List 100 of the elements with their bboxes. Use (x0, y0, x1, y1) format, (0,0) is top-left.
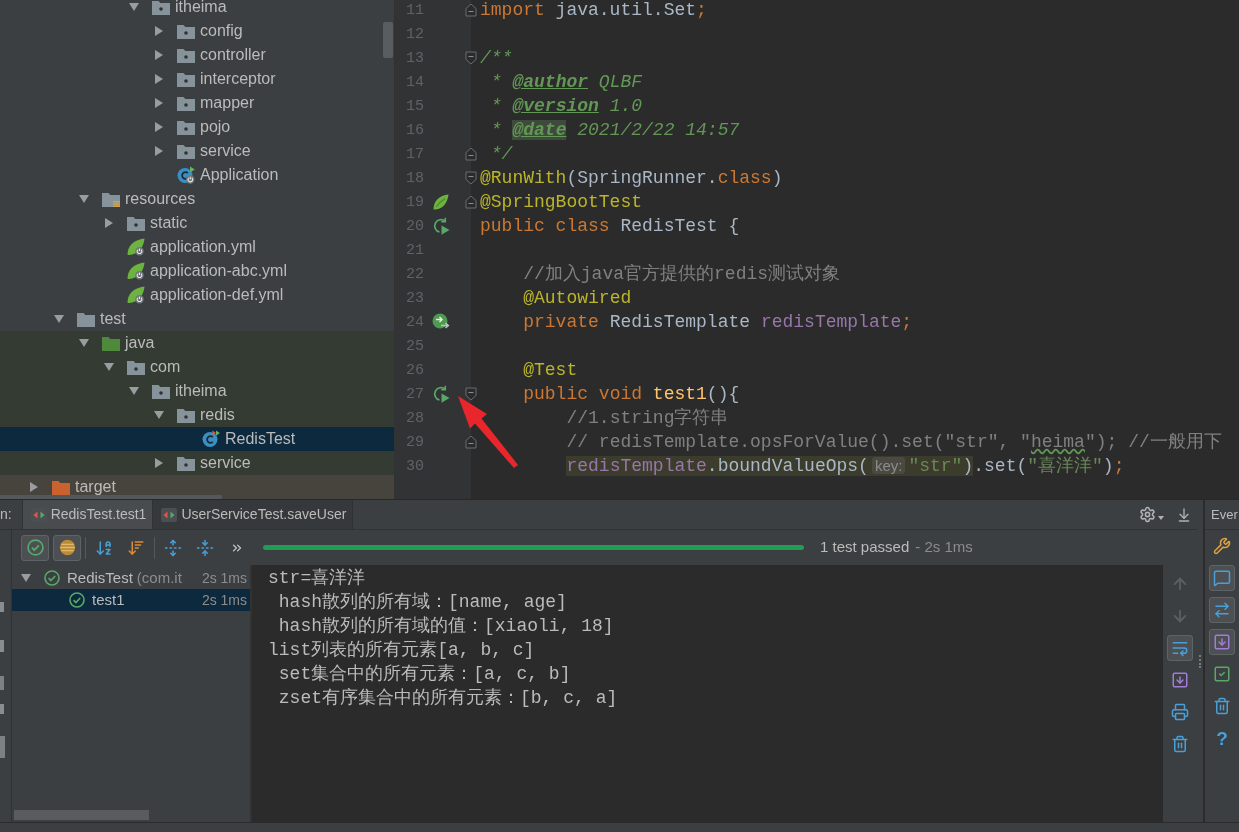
caret-icon[interactable] (154, 146, 164, 156)
fold-icon[interactable] (465, 195, 477, 209)
fold-icon[interactable] (465, 51, 477, 65)
wrench-icon (1213, 537, 1231, 555)
package-icon (127, 215, 145, 231)
leaf-icon (127, 262, 145, 280)
tree-item[interactable]: application.yml (0, 235, 394, 259)
caret-icon[interactable] (79, 338, 89, 348)
arrow-down-box-icon (1171, 671, 1189, 689)
show-ignored-button[interactable] (53, 534, 81, 561)
caret-icon[interactable] (104, 218, 114, 228)
code-line: * @author QLBF (490, 72, 643, 92)
tree-item[interactable]: pojo (0, 115, 394, 139)
fold-icon[interactable] (465, 3, 477, 17)
tree-item[interactable]: mapper (0, 91, 394, 115)
soft-wrap-button[interactable] (1167, 635, 1193, 661)
fold-icon[interactable] (465, 435, 477, 449)
test-time: 2s 1ms (200, 568, 247, 588)
printer-icon (1171, 703, 1189, 721)
caret-icon[interactable] (154, 410, 164, 420)
tree-item[interactable]: service (0, 139, 394, 163)
caret-icon[interactable] (21, 573, 31, 583)
scrollbar-thumb[interactable] (14, 810, 149, 820)
leaf-icon (127, 286, 145, 304)
check-circle-icon (26, 539, 44, 556)
fold-icon[interactable] (465, 387, 477, 401)
caret-icon[interactable] (154, 458, 164, 468)
caret-icon[interactable] (29, 482, 39, 492)
caret-icon[interactable] (1158, 515, 1164, 520)
grip-icon[interactable] (1198, 654, 1202, 668)
show-passed-button[interactable] (21, 534, 49, 561)
run-tab[interactable]: UserServiceTest.saveUser (153, 500, 354, 529)
code-line: //1.string字符串 (566, 408, 729, 428)
caret-icon[interactable] (154, 74, 164, 84)
checkbox-icon (1213, 665, 1231, 683)
tree-item[interactable]: application-def.yml (0, 283, 394, 307)
striped-circle-icon (58, 539, 76, 556)
panel-title: Ever (1211, 505, 1238, 524)
caret-icon[interactable] (154, 98, 164, 108)
caret-icon[interactable] (154, 50, 164, 60)
run-icon[interactable] (432, 217, 450, 235)
class-icon (202, 430, 220, 448)
caret-icon[interactable] (129, 2, 139, 12)
sort-az-icon (95, 538, 113, 557)
console-line: hash散列的所有域的值：[xiaoli, 18] (278, 615, 614, 638)
console-line: list列表的所有元素[a, b, c] (268, 639, 535, 662)
tree-item[interactable]: application-abc.yml (0, 259, 394, 283)
resources-folder-icon (102, 191, 120, 207)
scrollbar-thumb[interactable] (383, 22, 393, 58)
tree-item[interactable]: interceptor (0, 67, 394, 91)
messages-button[interactable] (1209, 565, 1235, 591)
tree-item[interactable]: Application (0, 163, 394, 187)
swap-button[interactable] (1209, 597, 1235, 623)
minimize-icon[interactable] (1176, 506, 1192, 523)
help-button[interactable]: ? (1209, 725, 1235, 751)
tree-item[interactable]: java (0, 331, 394, 355)
package-icon (177, 95, 195, 111)
code-line: * @version 1.0 (490, 96, 643, 116)
tree-item[interactable]: itheima (0, 0, 394, 19)
caret-icon[interactable] (79, 194, 89, 204)
test-item[interactable]: RedisTest (com.it 2s 1ms (12, 567, 250, 589)
speech-bubble-icon (1213, 569, 1231, 587)
caret-icon[interactable] (154, 122, 164, 132)
tree-item[interactable]: static (0, 211, 394, 235)
scroll-to-end-button[interactable] (1209, 629, 1235, 655)
caret-icon[interactable] (54, 314, 64, 324)
tree-item[interactable]: itheima (0, 379, 394, 403)
tree-item[interactable]: resources (0, 187, 394, 211)
trash-icon (1171, 735, 1189, 753)
console-line: hash散列的所有域：[name, age] (278, 591, 567, 614)
package-icon (177, 119, 195, 135)
swap-arrows-icon (1213, 601, 1231, 619)
caret-icon[interactable] (129, 386, 139, 396)
package-icon (177, 143, 195, 159)
tree-item[interactable]: config (0, 19, 394, 43)
check-circle-icon (69, 592, 85, 608)
tree-item[interactable]: target (0, 475, 394, 499)
caret-icon[interactable] (154, 26, 164, 36)
run-tab[interactable]: RedisTest.test1 (22, 500, 154, 529)
tree-item[interactable]: redis (0, 403, 394, 427)
code-line: @RunWith(SpringRunner.class) (480, 168, 783, 188)
tree-item[interactable]: RedisTest (0, 427, 394, 451)
run-icon[interactable] (432, 385, 450, 403)
code-line: */ (490, 144, 513, 164)
test-item[interactable]: test1 2s 1ms (12, 589, 250, 611)
code-line: public class RedisTest { (480, 216, 740, 236)
arrow-circle-icon[interactable] (432, 313, 450, 331)
package-icon (177, 71, 195, 87)
code-line: // redisTemplate.opsForValue().set("str", "heima"); //一般用下 (566, 432, 1222, 452)
wrap-text-icon (1171, 639, 1189, 657)
tree-item[interactable]: com (0, 355, 394, 379)
trash-icon (1213, 697, 1231, 715)
fold-icon[interactable] (465, 147, 477, 161)
tree-item[interactable]: test (0, 307, 394, 331)
caret-icon[interactable] (104, 362, 114, 372)
tree-item[interactable]: service (0, 451, 394, 475)
settings-icon[interactable] (1139, 506, 1156, 523)
code-line: @SpringBootTest (480, 192, 643, 212)
fold-icon[interactable] (465, 171, 477, 185)
tree-item[interactable]: controller (0, 43, 394, 67)
